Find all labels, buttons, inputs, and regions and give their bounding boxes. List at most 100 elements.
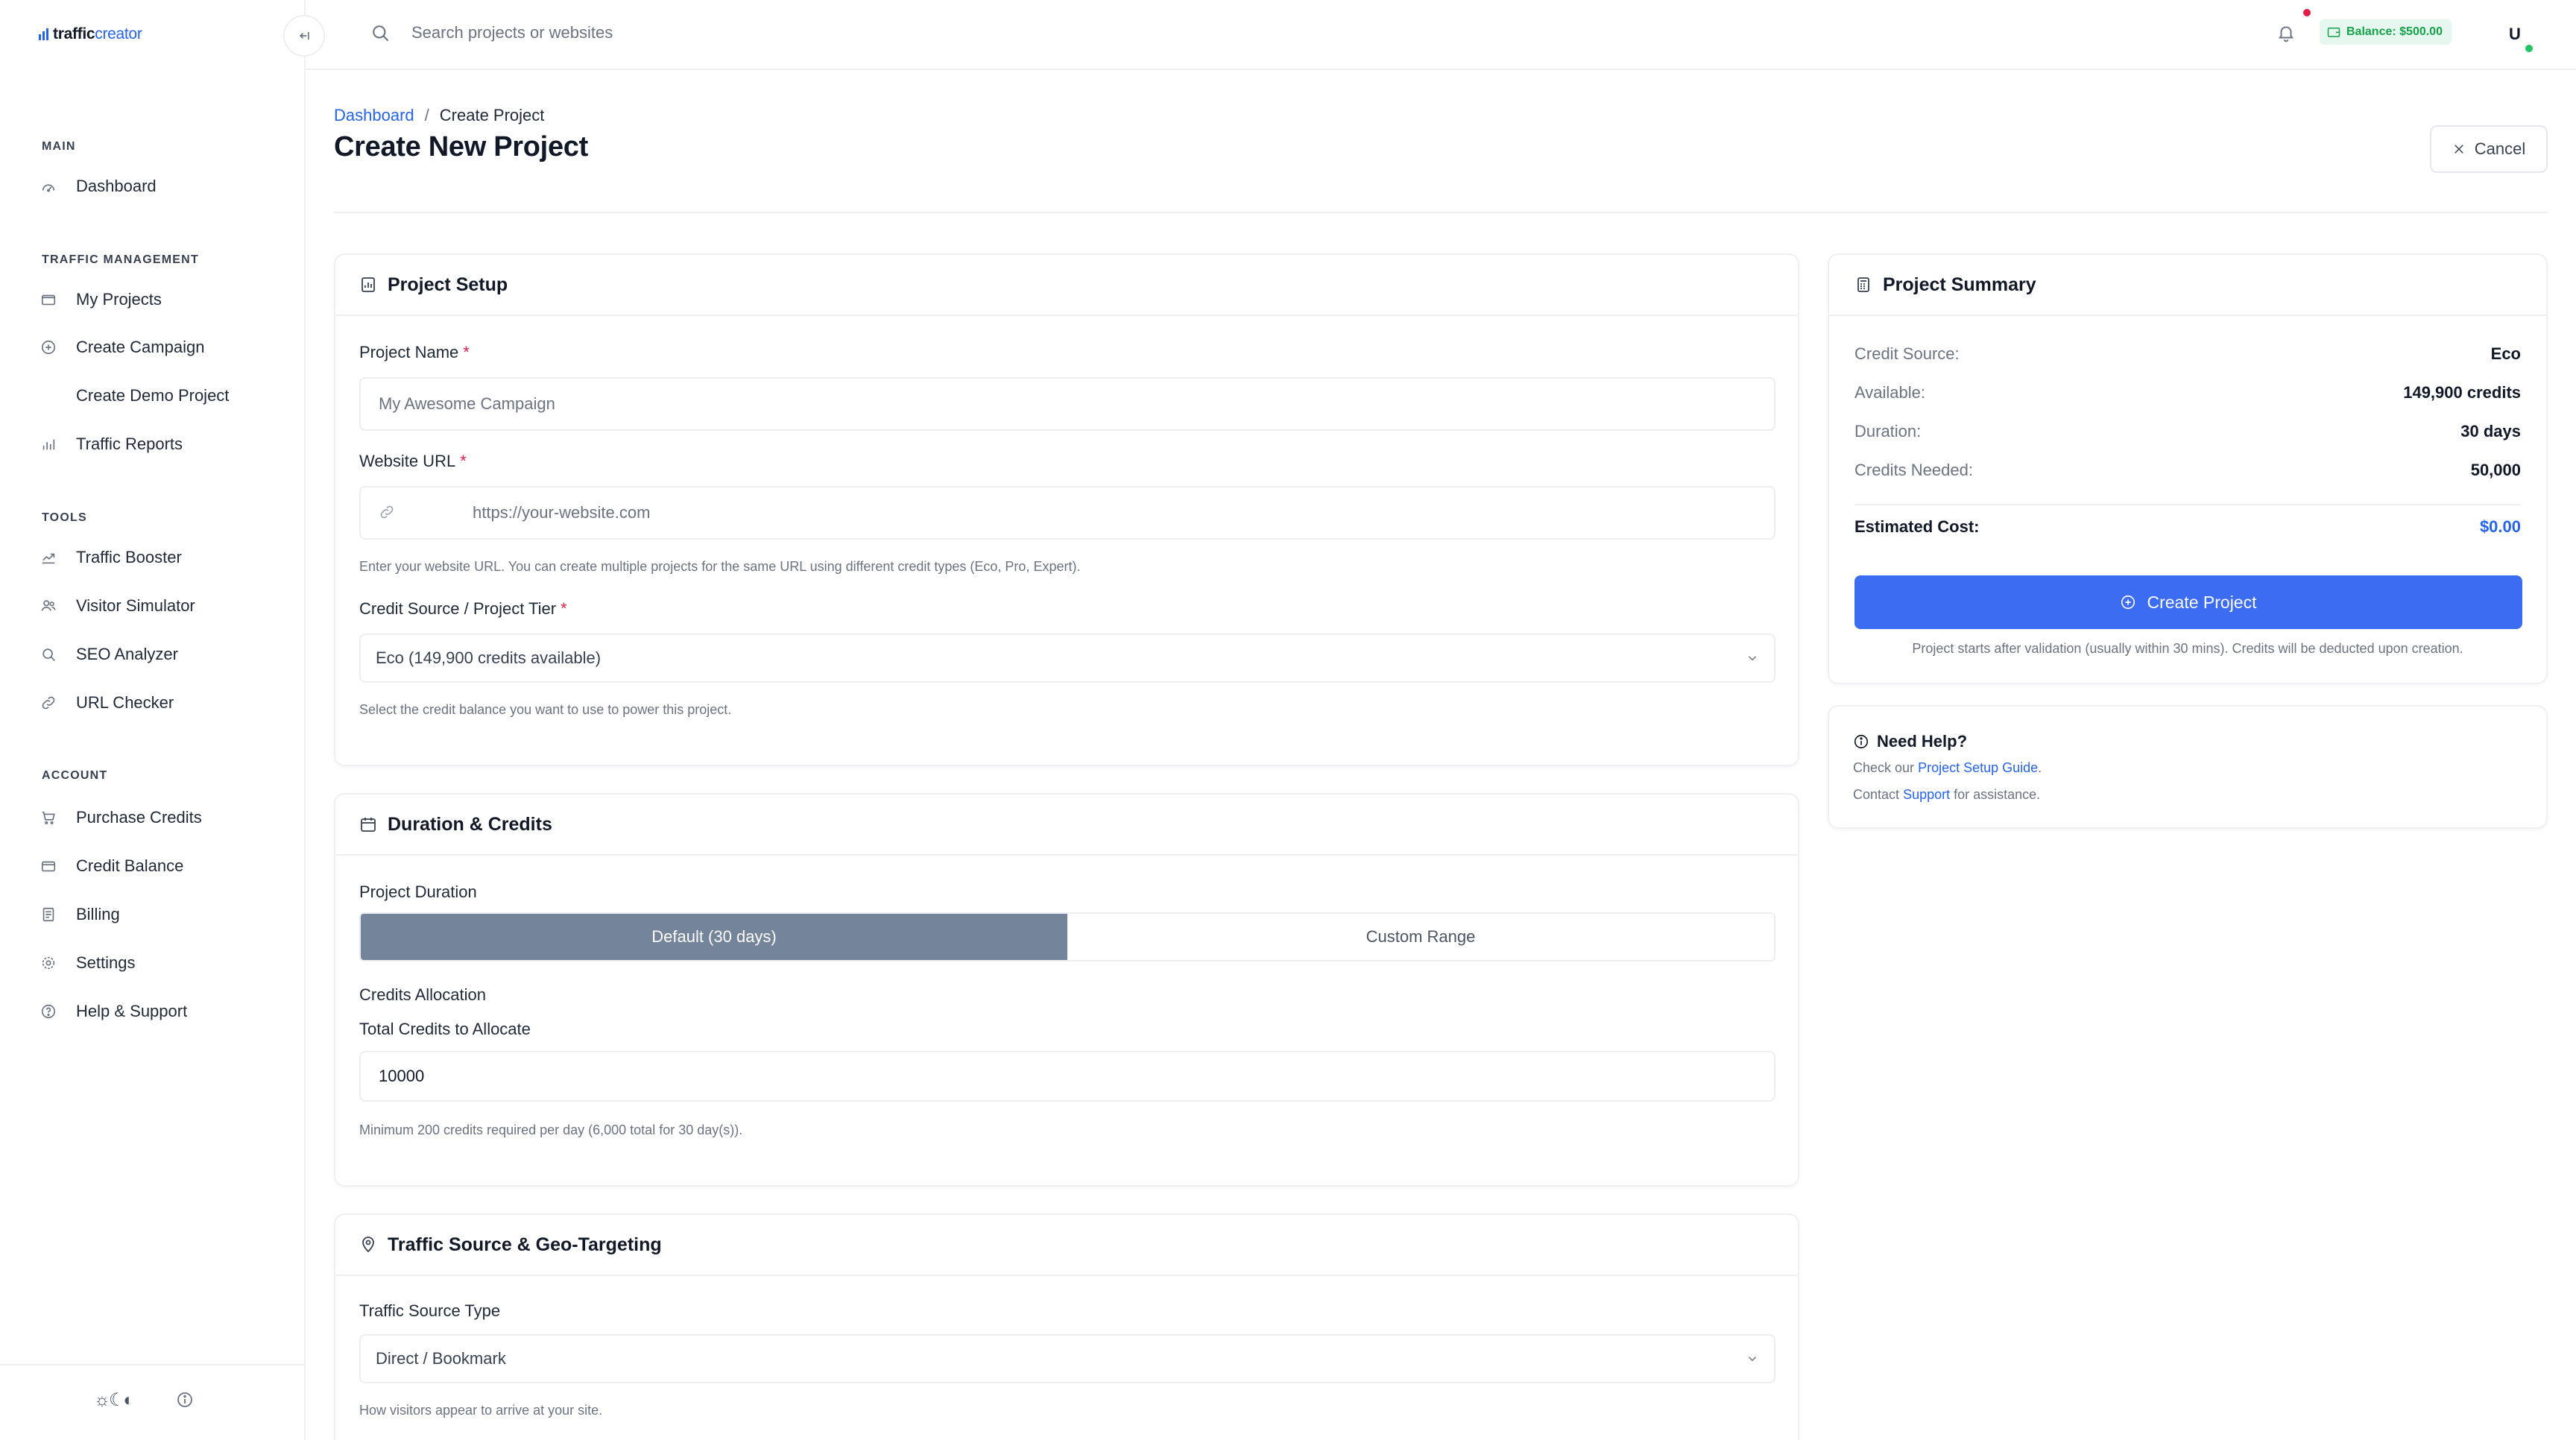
collapse-sidebar-button[interactable] [283, 15, 325, 57]
sidebar-item-label: URL Checker [76, 693, 174, 712]
website-url-field [359, 486, 1775, 540]
card-header: Traffic Source & Geo-Targeting [335, 1215, 1798, 1276]
traffic-source-hint: How visitors appear to arrive at your si… [359, 1403, 603, 1418]
card-title: Duration & Credits [388, 813, 552, 835]
nav-section-traffic: TRAFFIC MANAGEMENT [42, 253, 199, 266]
sidebar-item-label: Create Demo Project [76, 386, 230, 405]
sidebar-item-create-campaign[interactable]: Create Campaign [39, 332, 204, 362]
create-project-button[interactable]: Create Project [1854, 575, 2522, 629]
traffic-source-label: Traffic Source Type [359, 1301, 501, 1320]
help-title-text: Need Help? [1877, 732, 1968, 751]
search-icon [370, 22, 391, 43]
breadcrumb-separator: / [424, 106, 429, 124]
required-mark: * [463, 343, 470, 361]
duration-credits-card: Duration & Credits Project Duration Defa… [334, 793, 1799, 1187]
summary-value: Eco [2490, 344, 2521, 363]
cart-icon [39, 808, 58, 827]
nav-section-account: ACCOUNT [42, 769, 108, 782]
info-icon[interactable] [176, 1391, 195, 1410]
total-credits-input[interactable] [359, 1051, 1775, 1102]
sidebar-item-visitor-simulator[interactable]: Visitor Simulator [39, 591, 195, 621]
sidebar-item-settings[interactable]: Settings [39, 948, 136, 978]
sidebar-item-label: Purchase Credits [76, 808, 202, 827]
sidebar-item-traffic-reports[interactable]: Traffic Reports [39, 429, 183, 459]
cancel-button[interactable]: Cancel [2430, 125, 2548, 173]
sidebar-item-billing[interactable]: Billing [39, 900, 120, 929]
website-url-label-text: Website URL [359, 452, 456, 470]
sidebar-item-url-checker[interactable]: URL Checker [39, 688, 174, 718]
website-url-input[interactable] [473, 487, 1740, 538]
required-mark: * [561, 599, 567, 618]
brand-logo[interactable]: traffic creator [39, 25, 142, 43]
need-help-card: Need Help? Check our Project Setup Guide… [1828, 705, 2548, 829]
sidebar-item-my-projects[interactable]: My Projects [39, 285, 162, 315]
summary-row-duration: Duration: 30 days [1854, 422, 2521, 441]
help-text: . [2038, 760, 2042, 775]
total-credits-hint: Minimum 200 credits required per day (6,… [359, 1122, 743, 1137]
sidebar-item-label: Settings [76, 953, 136, 972]
wallet-icon [39, 856, 58, 876]
credit-source-hint: Select the credit balance you want to us… [359, 702, 732, 717]
sidebar-item-label: SEO Analyzer [76, 645, 178, 663]
card-header: Project Summary [1829, 255, 2546, 316]
calculator-icon [1857, 277, 1869, 292]
calendar-icon [361, 818, 376, 832]
summary-note: Project starts after validation (usually… [1912, 641, 2463, 656]
breadcrumb-current: Create Project [439, 106, 545, 124]
breadcrumb-dashboard-link[interactable]: Dashboard [334, 106, 414, 125]
sidebar-item-create-demo-project[interactable]: Create Demo Project [76, 381, 229, 411]
project-duration-label: Project Duration [359, 882, 477, 901]
sidebar-item-purchase-credits[interactable]: Purchase Credits [39, 803, 202, 833]
brand-name-part1: traffic [53, 25, 95, 42]
summary-key: Duration: [1854, 422, 1922, 440]
bell-icon[interactable] [2276, 22, 2296, 43]
chart-document-icon [362, 277, 375, 292]
summary-row-estimated-cost: Estimated Cost: $0.00 [1854, 517, 2521, 537]
breadcrumb: Dashboard / Create Project [334, 106, 544, 125]
website-url-hint: Enter your website URL. You can create m… [359, 559, 1081, 574]
sidebar-item-help-support[interactable]: Help & Support [39, 997, 187, 1026]
project-name-input[interactable] [359, 377, 1775, 431]
summary-row-credits-needed: Credits Needed: 50,000 [1854, 461, 2521, 480]
gear-icon [39, 953, 58, 973]
sidebar-item-traffic-booster[interactable]: Traffic Booster [39, 543, 182, 572]
sidebar-item-credit-balance[interactable]: Credit Balance [39, 851, 183, 881]
summary-row-available: Available: 149,900 credits [1854, 383, 2521, 402]
header-divider [334, 212, 2548, 213]
help-line-support: Contact Support for assistance. [1853, 787, 2040, 803]
theme-toggle-icon[interactable]: ☼☾◐ [94, 1389, 134, 1411]
project-setup-guide-link[interactable]: Project Setup Guide [1918, 760, 2038, 775]
support-link[interactable]: Support [1903, 787, 1950, 802]
sidebar-item-label: Credit Balance [76, 856, 184, 875]
search-input[interactable] [411, 18, 933, 48]
topbar: Balance: $500.00 U [306, 0, 2576, 70]
project-name-label-text: Project Name [359, 343, 459, 361]
project-summary-card: Project Summary Credit Source: Eco Avail… [1828, 253, 2548, 684]
required-mark: * [460, 452, 467, 470]
balance-badge[interactable]: Balance: $500.00 [2320, 19, 2452, 45]
help-text: Contact [1853, 787, 1900, 802]
create-project-label: Create Project [2147, 592, 2257, 612]
receipt-icon [39, 905, 58, 924]
summary-value: 30 days [2460, 422, 2521, 440]
traffic-source-select[interactable]: Direct / Bookmark [359, 1334, 1775, 1383]
notification-dot [2303, 9, 2311, 16]
card-header: Duration & Credits [335, 795, 1798, 856]
total-credits-label: Total Credits to Allocate [359, 1020, 531, 1038]
sidebar-item-label: Help & Support [76, 1002, 188, 1020]
website-url-label: Website URL * [359, 452, 467, 471]
folder-icon [39, 290, 58, 309]
sidebar-footer: ☼☾◐ [0, 1364, 306, 1440]
summary-value: 50,000 [2470, 461, 2521, 479]
summary-key: Credits Needed: [1854, 461, 1973, 479]
sidebar-item-label: Create Campaign [76, 338, 205, 356]
sidebar-item-dashboard[interactable]: Dashboard [39, 171, 157, 201]
users-icon [39, 596, 58, 616]
duration-option-default[interactable]: Default (30 days) [361, 914, 1067, 960]
duration-option-custom[interactable]: Custom Range [1067, 914, 1774, 960]
sidebar-item-seo-analyzer[interactable]: SEO Analyzer [39, 640, 178, 669]
card-title: Project Setup [388, 274, 508, 295]
summary-key: Credit Source: [1854, 344, 1960, 363]
credit-source-select[interactable]: Eco (149,900 credits available) [359, 634, 1775, 683]
brand-name-part2: creator [95, 25, 142, 42]
